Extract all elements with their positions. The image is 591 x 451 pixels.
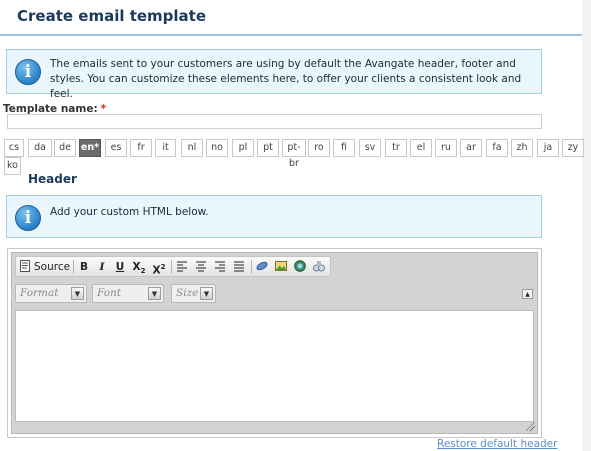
chevron-down-icon: ▼ [71, 287, 84, 300]
tab-lang-en[interactable]: en* [79, 139, 101, 157]
tab-lang-ko[interactable]: ko [4, 157, 21, 175]
source-label: Source [34, 261, 71, 273]
tab-lang-zh[interactable]: zh [511, 139, 533, 157]
align-justify-icon[interactable] [233, 260, 245, 272]
chevron-down-icon: ▼ [200, 287, 213, 300]
toolbar-separator [171, 260, 172, 274]
collapse-toolbar-button[interactable]: ▲ [522, 289, 533, 299]
tab-lang-pt-br[interactable]: pt-br [282, 139, 306, 169]
page-container: Create email template i The emails sent … [0, 0, 584, 451]
tab-lang-tr[interactable]: tr [385, 139, 407, 157]
subscript-label: X [132, 261, 141, 273]
flash-icon[interactable] [294, 260, 306, 272]
tab-lang-ru[interactable]: ru [435, 139, 457, 157]
tab-lang-fr[interactable]: fr [130, 139, 152, 157]
subscript-button[interactable]: X2 [131, 259, 147, 275]
chevron-down-icon: ▼ [148, 287, 161, 300]
tab-lang-cs[interactable]: cs [4, 139, 24, 157]
editor-chrome: Source B I U X2 X2 Format ▼ Font ▼ Size … [11, 252, 538, 434]
superscript-label: X [152, 264, 161, 277]
tab-lang-el[interactable]: el [410, 139, 432, 157]
image-icon[interactable] [275, 260, 287, 272]
html-editor: Source B I U X2 X2 Format ▼ Font ▼ Size … [7, 248, 542, 438]
tab-lang-da[interactable]: da [28, 139, 52, 157]
align-center-icon[interactable] [195, 260, 207, 272]
tab-lang-de[interactable]: de [54, 139, 76, 157]
toolbar-separator [73, 260, 74, 274]
italic-button[interactable]: I [95, 259, 109, 275]
tab-lang-pt[interactable]: pt [257, 139, 279, 157]
restore-default-header-link[interactable]: Restore default header [437, 438, 557, 450]
bold-button[interactable]: B [77, 259, 91, 275]
template-name-input[interactable] [7, 114, 542, 129]
tab-lang-es[interactable]: es [105, 139, 127, 157]
toolbar-separator [251, 260, 252, 274]
source-icon [20, 260, 30, 272]
section-title-header: Header [28, 172, 77, 186]
source-button[interactable]: Source [19, 259, 71, 275]
tab-lang-it[interactable]: it [155, 139, 176, 157]
format-select-label: Format [20, 287, 59, 299]
align-right-icon[interactable] [214, 260, 226, 272]
tab-lang-ar[interactable]: ar [460, 139, 482, 157]
format-select[interactable]: Format ▼ [15, 284, 87, 303]
info-icon: i [15, 205, 41, 231]
title-divider [0, 34, 582, 36]
tab-lang-ro[interactable]: ro [308, 139, 330, 157]
tab-lang-nl[interactable]: nl [181, 139, 203, 157]
anchor-icon[interactable] [313, 260, 325, 272]
tab-lang-ja[interactable]: ja [537, 139, 559, 157]
link-icon[interactable] [256, 260, 268, 272]
info-box: i The emails sent to your customers are … [6, 49, 542, 100]
info-icon: i [15, 59, 41, 85]
editor-content-area[interactable] [15, 310, 534, 422]
info-text: The emails sent to your customers are us… [50, 58, 522, 100]
tab-lang-no[interactable]: no [206, 139, 228, 157]
size-select[interactable]: Size ▼ [171, 284, 216, 303]
underline-button[interactable]: U [113, 259, 127, 275]
font-select[interactable]: Font ▼ [92, 284, 164, 303]
font-select-label: Font [97, 287, 122, 299]
tab-lang-zy[interactable]: zy [562, 139, 584, 157]
editor-toolbar: Source B I U X2 X2 [15, 256, 331, 277]
language-tabs: cs da de en* es fr it nl no pl pt pt-br … [4, 139, 586, 175]
tab-lang-fi[interactable]: fi [333, 139, 355, 157]
tab-lang-pl[interactable]: pl [232, 139, 254, 157]
tab-lang-sv[interactable]: sv [359, 139, 381, 157]
header-info-box: i Add your custom HTML below. [6, 195, 542, 238]
superscript-button[interactable]: X2 [151, 259, 167, 277]
page-title: Create email template [17, 7, 207, 25]
header-info-text: Add your custom HTML below. [50, 206, 209, 218]
align-left-icon[interactable] [176, 260, 188, 272]
resize-grip-icon[interactable] [526, 422, 535, 431]
tab-lang-fa[interactable]: fa [486, 139, 508, 157]
size-select-label: Size [176, 287, 199, 299]
